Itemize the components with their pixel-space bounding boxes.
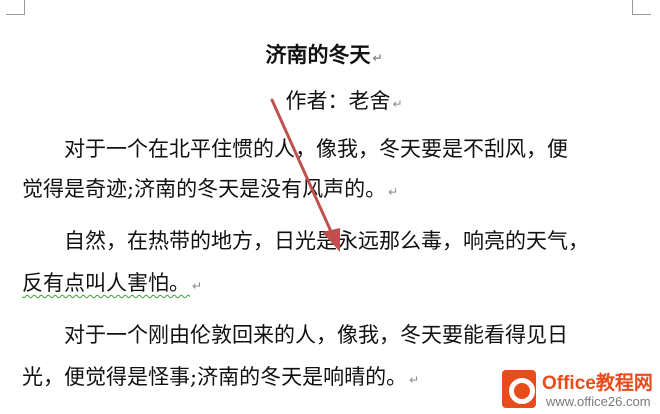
margin-corner-mark-right [632,0,651,15]
paragraph-1-line-2[interactable]: 觉得是奇迹;济南的冬天是没有风声的。 ↵ [22,174,642,207]
paragraph-3-line-1[interactable]: 对于一个刚由伦敦回来的人，像我，冬天要能看得见日 [64,320,644,350]
watermark-logo: Office教程网 www.office26.com [498,364,660,414]
paragraph-mark: ↵ [388,185,399,199]
paragraph-mark: ↵ [392,97,403,111]
watermark-brand: Office教程网 [542,373,653,394]
office-logo-icon [502,370,536,408]
spellcheck-underline: 反有点叫人害怕。 [22,271,190,295]
document-title[interactable]: 济南的冬天 ↵ [0,40,654,73]
paragraph-mark: ↵ [192,279,203,293]
paragraph-mark: ↵ [409,373,420,387]
margin-corner-mark-left [6,0,25,15]
watermark-url: www.office26.com [546,394,651,409]
paragraph-mark: ↵ [372,51,383,65]
document-author[interactable]: 作者：老舍 ↵ [14,86,660,119]
paragraph-2-line-1[interactable]: 自然，在热带的地方，日光是永远那么毒，响亮的天气， [64,226,644,256]
document-page: 济南的冬天 ↵ 作者：老舍 ↵ 对于一个在北平住惯的人，像我，冬天要是不刮风，便 觉… [0,0,660,414]
paragraph-2-line-2[interactable]: 反有点叫人害怕。 ↵ [22,268,642,301]
paragraph-1-line-1[interactable]: 对于一个在北平住惯的人，像我，冬天要是不刮风，便 [64,134,644,164]
